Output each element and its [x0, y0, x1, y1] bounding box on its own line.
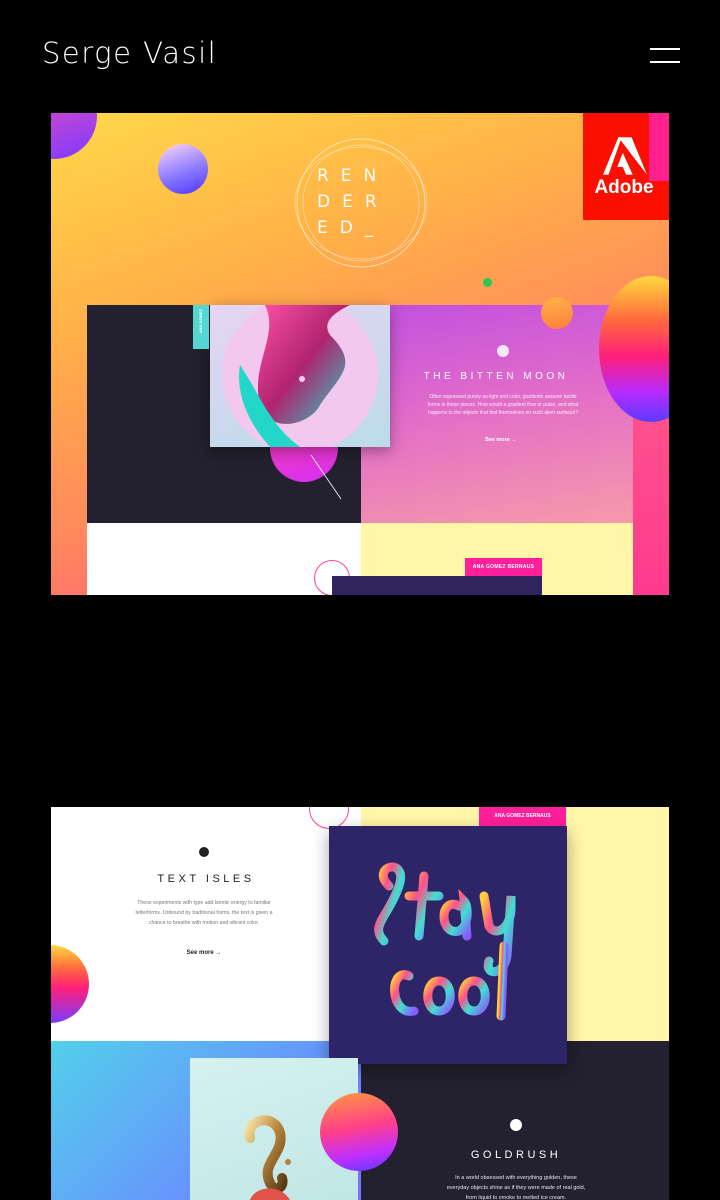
author-vertical-tag: ANA GOMEZ — [193, 305, 209, 349]
article-title: TEXT ISLES — [157, 873, 255, 885]
adobe-badge-accent — [649, 113, 669, 181]
see-more-link[interactable]: See more → — [471, 437, 531, 443]
adobe-logo-icon — [603, 137, 647, 175]
goldrush-icon — [510, 1119, 522, 1131]
article-title: GOLDRUSH — [470, 1149, 562, 1161]
green-dot — [483, 278, 492, 287]
decor-ball-topleft — [51, 113, 97, 159]
author-tag[interactable]: ANA GOMEZ BERNAUS — [465, 558, 542, 576]
article-description: These experiments with type add kinetic … — [135, 900, 273, 926]
decor-ball-magenta — [320, 1093, 398, 1171]
decor-ball-left — [51, 945, 89, 1023]
project-card-rendered[interactable]: REN DER ED_ Adobe ANA GOMEZ THE BITTEN M… — [51, 113, 669, 595]
text-isles-icon — [199, 847, 209, 857]
see-more-link[interactable]: See more → — [161, 950, 247, 956]
decor-ball-orange — [541, 297, 573, 329]
decor-ball-gradient — [158, 144, 208, 194]
hamburger-icon[interactable] — [650, 47, 680, 65]
liquid-art-icon — [222, 297, 378, 453]
decor-line — [310, 454, 342, 500]
stay-cool-lettering-icon — [374, 862, 516, 1021]
article-title: THE BITTEN MOON — [423, 371, 569, 382]
article-description: In a world obsessed with everything gold… — [446, 1175, 586, 1200]
author-tag[interactable]: ANA GOMEZ BERNAUS — [479, 807, 566, 826]
article-description: Often expressed purely as light and colo… — [427, 394, 579, 416]
site-title[interactable]: Serge Vasil — [42, 36, 217, 70]
bitten-moon-artwork[interactable] — [210, 297, 390, 453]
project-card-text-isles[interactable]: TEXT ISLES These experiments with type a… — [51, 807, 669, 1200]
stay-cool-preview — [332, 576, 542, 595]
rendered-logo: REN DER ED_ — [317, 166, 389, 238]
moon-icon — [497, 345, 509, 357]
stay-cool-artwork[interactable] — [329, 826, 567, 1064]
adobe-label: Adobe — [594, 177, 654, 198]
